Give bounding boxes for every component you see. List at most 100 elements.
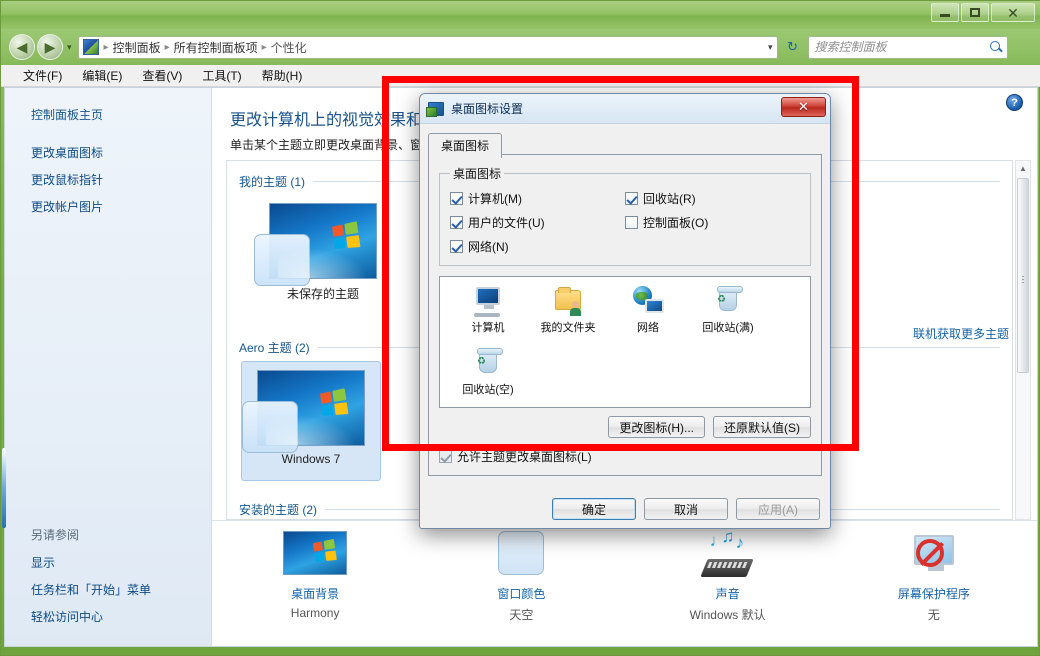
sidebar-item-change-desktop-icons[interactable]: 更改桌面图标 [5,139,211,166]
dialog-tabstrip: 桌面图标 [428,132,822,158]
sidebar: 控制面板主页 更改桌面图标 更改鼠标指针 更改帐户图片 另请参阅 显示 任务栏和… [2,88,212,646]
breadcrumb-item-0[interactable]: 控制面板 [110,39,164,56]
dialog-close-button[interactable]: ✕ [781,97,826,117]
checkbox-label: 计算机(M) [468,192,522,206]
desktop-icons-group: 桌面图标 计算机(M) 回收站(R) 用户的文件(U) 控制面板(O) 网络(N… [439,165,811,266]
dialog-footer-buttons: 确定 取消 应用(A) [552,498,820,520]
checkbox-label: 控制面板(O) [643,216,709,230]
group-legend: 桌面图标 [453,167,502,181]
checkbox-box[interactable] [450,216,463,229]
computer-icon [472,285,504,317]
tab-desktop-icons[interactable]: 桌面图标 [428,133,503,158]
menu-view[interactable]: 查看(V) [132,65,192,86]
explorer-window: ✕ ◀ ▶ ▾ ▸ 控制面板 ▸ 所有控制面板项 ▸ 个性化 ▾ ↻ 文件(F)… [0,0,1040,656]
setting-window-color[interactable]: 窗口颜色 天空 [418,531,624,623]
setting-label[interactable]: 窗口颜色 [497,585,545,602]
apply-button[interactable]: 应用(A) [736,498,820,520]
sidebar-item-control-panel-home[interactable]: 控制面板主页 [5,104,211,123]
menu-file[interactable]: 文件(F) [13,65,72,86]
help-icon[interactable]: ? [1006,94,1023,111]
checkbox-users-files[interactable]: 用户的文件(U) [450,214,625,231]
refresh-button[interactable]: ↻ [782,36,804,58]
menu-tools[interactable]: 工具(T) [192,65,251,86]
sidebar-item-change-account-picture[interactable]: 更改帐户图片 [5,193,211,220]
desktop-icon-checkbox-grid: 计算机(M) 回收站(R) 用户的文件(U) 控制面板(O) 网络(N) [450,190,800,255]
search-box[interactable] [807,35,1008,59]
themes-scrollbar[interactable]: ▲ [1015,160,1031,520]
close-button[interactable]: ✕ [991,3,1035,22]
menu-edit[interactable]: 编辑(E) [72,65,132,86]
checkbox-computer[interactable]: 计算机(M) [450,190,625,207]
setting-label[interactable]: 声音 [716,585,740,602]
preview-label: 回收站(空) [462,384,514,396]
maximize-button[interactable] [961,3,989,22]
sidebar-item-taskbar-start-menu[interactable]: 任务栏和「开始」菜单 [5,576,211,603]
scrollbar-grip-icon [1022,275,1024,283]
checkbox-box[interactable] [450,240,463,253]
setting-sounds[interactable]: ♩ ♫ ♪ 声音 Windows 默认 [625,527,831,623]
menu-bar: 文件(F) 编辑(E) 查看(V) 工具(T) 帮助(H) [1,65,1040,87]
theme-thumbnail [254,203,377,286]
desktop-icon-settings-icon [426,101,444,117]
breadcrumb[interactable]: ▸ 控制面板 ▸ 所有控制面板项 ▸ 个性化 ▾ [77,35,778,59]
scroll-up-icon[interactable]: ▲ [1016,161,1030,176]
checkbox-box[interactable] [439,450,452,463]
ok-button[interactable]: 确定 [552,498,636,520]
breadcrumb-item-2[interactable]: 个性化 [268,39,310,56]
icon-preview-list[interactable]: 计算机 我的文件夹 网络 ♻ 回收站(满) ♻ 回收站(空) [439,276,811,408]
preview-label: 网络 [637,322,659,334]
tab-panel-desktop-icons: 桌面图标 计算机(M) 回收站(R) 用户的文件(U) 控制面板(O) 网络(N… [428,154,822,476]
preview-item-network[interactable]: 网络 [608,285,688,343]
breadcrumb-item-1[interactable]: 所有控制面板项 [171,39,261,56]
checkbox-recycle-bin[interactable]: 回收站(R) [625,190,800,207]
preview-label: 计算机 [471,322,505,334]
checkbox-box[interactable] [625,216,638,229]
restore-default-button[interactable]: 还原默认值(S) [713,416,811,438]
preview-item-recycle-bin-empty[interactable]: ♻ 回收站(空) [448,347,528,405]
checkbox-box[interactable] [625,192,638,205]
preview-item-computer[interactable]: 计算机 [448,285,528,343]
back-button[interactable]: ◀ [9,34,35,60]
theme-tile-unsaved[interactable]: 未保存的主题 [253,195,393,315]
minimize-button[interactable] [931,3,959,22]
sidebar-item-change-mouse-pointers[interactable]: 更改鼠标指针 [5,166,211,193]
theme-name: Windows 7 [281,452,341,466]
checkbox-network[interactable]: 网络(N) [450,238,625,255]
search-input[interactable] [812,39,989,55]
setting-label[interactable]: 桌面背景 [291,585,339,602]
sidebar-item-display[interactable]: 显示 [5,549,211,576]
windows-flag-icon [320,388,349,416]
preview-item-recycle-bin-full[interactable]: ♻ 回收站(满) [688,285,768,343]
preview-label: 我的文件夹 [540,322,596,334]
address-bar: ◀ ▶ ▾ ▸ 控制面板 ▸ 所有控制面板项 ▸ 个性化 ▾ ↻ [1,29,1040,65]
sidebar-item-ease-of-access-center[interactable]: 轻松访问中心 [5,603,211,630]
checkbox-box[interactable] [450,192,463,205]
see-also-section: 另请参阅 显示 任务栏和「开始」菜单 轻松访问中心 [5,523,211,630]
user-folder-icon [552,285,584,317]
get-more-themes-link[interactable]: 联机获取更多主题 [913,325,1009,342]
recent-pages-caret-icon[interactable]: ▾ [67,42,72,53]
breadcrumb-dropdown-icon[interactable]: ▾ [768,42,773,53]
forward-button[interactable]: ▶ [37,34,63,60]
window-preview [242,401,298,453]
setting-desktop-background[interactable]: 桌面背景 Harmony [212,531,418,620]
icon-action-buttons: 更改图标(H)... 还原默认值(S) [439,416,811,438]
setting-screensaver[interactable]: 屏幕保护程序 无 [831,531,1037,623]
checkbox-control-panel[interactable]: 控制面板(O) [625,214,800,231]
see-also-title: 另请参阅 [31,528,80,542]
scrollbar-thumb[interactable] [1017,178,1029,373]
setting-value: 天空 [509,608,534,622]
dialog-title-bar: 桌面图标设置 ✕ [420,94,830,124]
windows-flag-icon [332,221,361,249]
breadcrumb-separator-icon: ▸ [164,41,170,53]
setting-label[interactable]: 屏幕保护程序 [898,585,970,602]
change-icon-button[interactable]: 更改图标(H)... [608,416,705,438]
theme-tile-windows7[interactable]: Windows 7 [241,361,381,481]
checkbox-allow-theme-change-icons[interactable]: 允许主题更改桌面图标(L) [439,448,592,465]
checkbox-label: 允许主题更改桌面图标(L) [457,450,592,464]
cancel-button[interactable]: 取消 [644,498,728,520]
wallpaper-icon [283,531,348,579]
checkbox-label: 用户的文件(U) [468,216,545,230]
preview-item-user-folder[interactable]: 我的文件夹 [528,285,608,343]
menu-help[interactable]: 帮助(H) [252,65,313,86]
